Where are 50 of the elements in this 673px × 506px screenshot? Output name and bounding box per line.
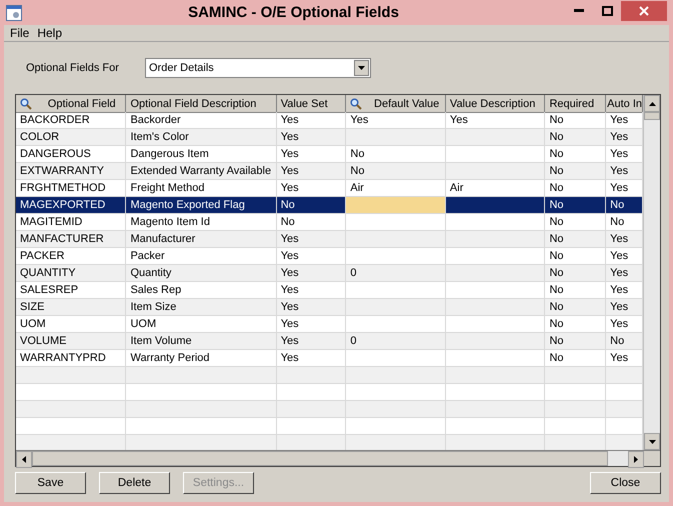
down-arrow-icon xyxy=(648,440,656,444)
scroll-left-button[interactable] xyxy=(16,451,32,468)
close-button[interactable] xyxy=(621,0,667,20)
left-arrow-icon xyxy=(22,456,26,463)
column-header[interactable]: Default Value xyxy=(346,95,446,113)
dialog-button[interactable]: Delete xyxy=(99,472,170,494)
table-row[interactable]: SIZE Item Size Yes No Yes xyxy=(16,299,643,316)
table-row[interactable]: PACKER Packer Yes No Yes xyxy=(16,248,643,265)
window-title: SAMINC - O/E Optional Fields xyxy=(187,4,400,21)
table-row[interactable]: DANGEROUS Dangerous Item Yes No No Yes xyxy=(16,146,643,163)
table-row[interactable]: SALESREP Sales Rep Yes No Yes xyxy=(16,282,643,299)
close-icon xyxy=(639,6,649,16)
table-row[interactable]: MANFACTURER Manufacturer Yes No Yes xyxy=(16,231,643,248)
app-icon xyxy=(6,4,22,20)
vertical-scrollbar[interactable] xyxy=(643,95,660,450)
dialog-button[interactable]: Save xyxy=(15,472,86,494)
maximize-icon xyxy=(602,6,612,16)
optional-fields-dropdown[interactable]: Order Details xyxy=(145,58,371,78)
column-header[interactable]: Auto In xyxy=(606,95,643,113)
column-header[interactable]: Optional Field Description xyxy=(126,95,277,113)
menu-item[interactable]: File xyxy=(10,26,30,40)
table-row[interactable]: VOLUME Item Volume Yes 0 No No xyxy=(16,333,643,350)
table-row[interactable]: MAGITEMID Magento Item Id No No No xyxy=(16,214,643,231)
search-icon xyxy=(20,98,32,110)
right-arrow-icon xyxy=(634,456,638,463)
up-arrow-icon xyxy=(648,102,656,106)
table-row[interactable]: BACKORDER Backorder Yes Yes Yes No Yes xyxy=(16,112,643,129)
search-icon xyxy=(350,98,362,110)
table-row[interactable]: MAGEXPORTED Magento Exported Flag No No No xyxy=(16,197,643,214)
minimize-icon xyxy=(574,8,584,12)
horizontal-scrollbar[interactable] xyxy=(16,450,660,466)
table-row[interactable]: EXTWARRANTY Extended Warranty Available Yes No No Yes xyxy=(16,163,643,180)
table-row[interactable]: UOM UOM Yes No Yes xyxy=(16,316,643,333)
column-header[interactable]: Optional Field xyxy=(16,95,126,113)
scroll-right-button[interactable] xyxy=(628,451,644,468)
scroll-thumb[interactable] xyxy=(644,112,660,120)
scroll-thumb[interactable] xyxy=(32,451,608,466)
table-row[interactable]: FRGHTMETHOD Freight Method Yes Air Air No Yes xyxy=(16,180,643,197)
column-header[interactable]: Required xyxy=(545,95,606,113)
filter-label: Optional Fields For xyxy=(26,62,120,74)
table-row[interactable]: QUANTITY Quantity Yes 0 No Yes xyxy=(16,265,643,282)
caret-icon xyxy=(354,60,369,76)
column-header[interactable]: Value Set xyxy=(276,95,346,113)
scroll-up-button[interactable] xyxy=(644,95,660,112)
dialog-button[interactable]: Close xyxy=(590,472,661,494)
scroll-down-button[interactable] xyxy=(644,433,660,450)
menu-item[interactable]: Help xyxy=(37,26,62,40)
table-row[interactable]: COLOR Item's Color Yes No Yes xyxy=(16,129,643,146)
column-header[interactable]: Value Description xyxy=(446,95,546,113)
table-row[interactable]: WARRANTYPRD Warranty Period Yes No Yes xyxy=(16,350,643,367)
